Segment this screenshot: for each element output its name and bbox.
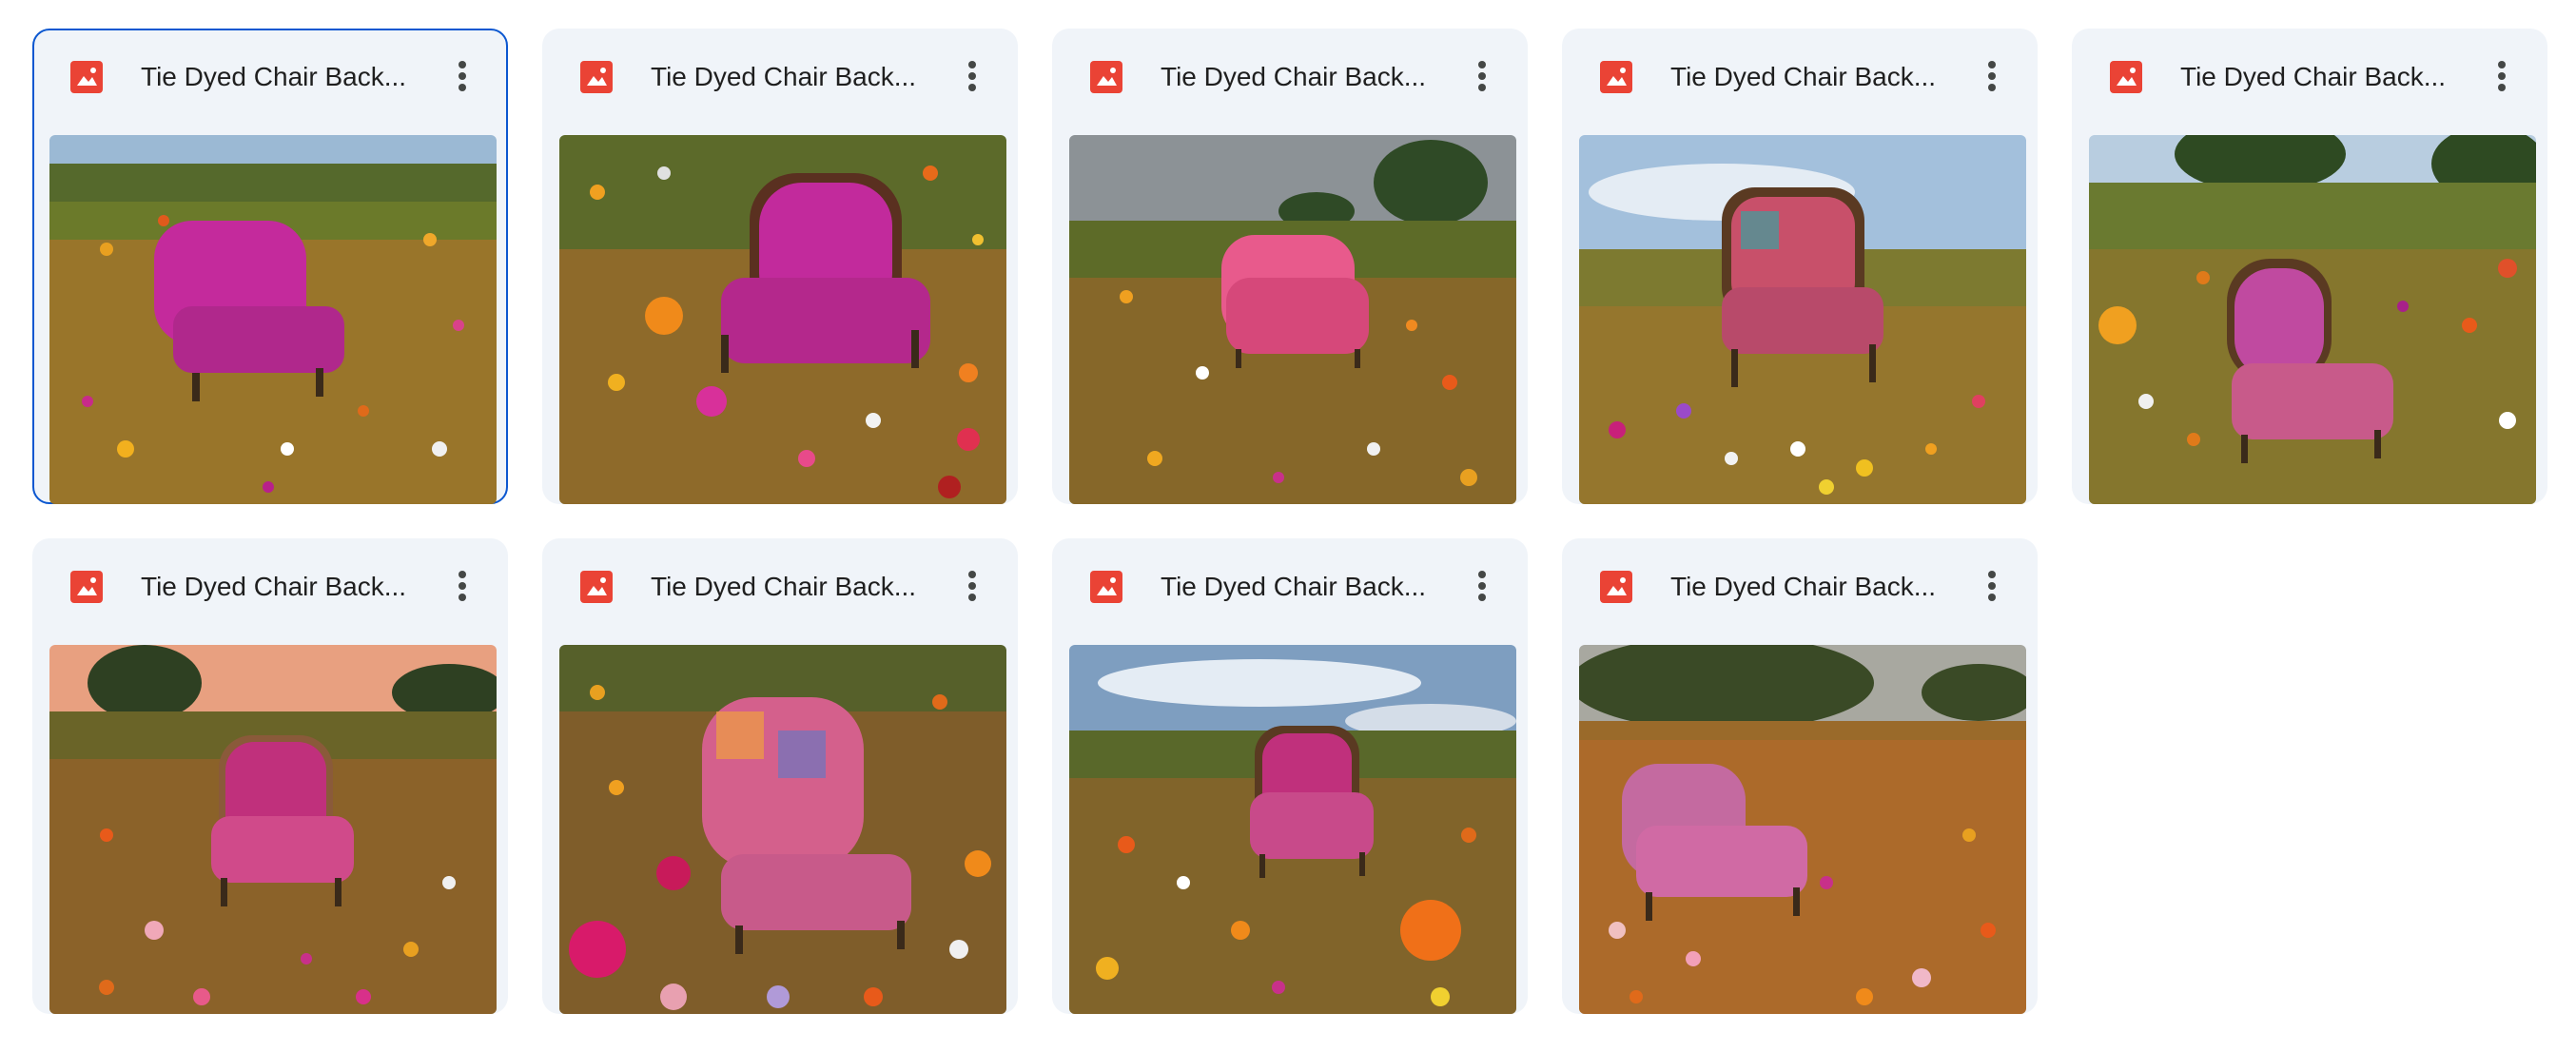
file-card-header: Tie Dyed Chair Back... <box>34 30 506 122</box>
more-vert-icon <box>459 571 466 578</box>
more-vert-icon <box>1478 61 1486 68</box>
file-card-header: Tie Dyed Chair Back... <box>544 30 1016 122</box>
image-file-icon <box>70 61 103 93</box>
image-file-icon <box>1090 61 1122 93</box>
image-thumbnail[interactable] <box>1579 645 2026 1014</box>
image-file-icon <box>1090 571 1122 603</box>
file-name: Tie Dyed Chair Back... <box>1161 62 1427 91</box>
image-thumbnail[interactable] <box>1069 135 1516 504</box>
image-thumbnail[interactable] <box>49 645 497 1014</box>
image-file-icon <box>2110 61 2142 93</box>
file-name: Tie Dyed Chair Back... <box>1670 62 1937 91</box>
more-options-button[interactable] <box>949 563 995 609</box>
file-card-header: Tie Dyed Chair Back... <box>1564 30 2036 122</box>
file-card[interactable]: Tie Dyed Chair Back... <box>32 29 508 504</box>
file-grid: Tie Dyed Chair Back... Tie Dyed Chair Ba… <box>0 0 2576 1052</box>
image-thumbnail[interactable] <box>1069 645 1516 1014</box>
file-card-header: Tie Dyed Chair Back... <box>544 540 1016 632</box>
more-vert-icon <box>968 61 976 68</box>
file-card[interactable]: Tie Dyed Chair Back... <box>542 538 1018 1014</box>
more-options-button[interactable] <box>949 53 995 99</box>
file-card[interactable]: Tie Dyed Chair Back... <box>1052 538 1528 1014</box>
file-name: Tie Dyed Chair Back... <box>1161 572 1427 601</box>
more-vert-icon <box>968 571 976 578</box>
file-card-header: Tie Dyed Chair Back... <box>1054 540 1526 632</box>
file-name: Tie Dyed Chair Back... <box>651 572 917 601</box>
file-card[interactable]: Tie Dyed Chair Back... <box>1052 29 1528 504</box>
more-vert-icon <box>2498 61 2506 68</box>
file-card[interactable]: Tie Dyed Chair Back... <box>542 29 1018 504</box>
image-file-icon <box>70 571 103 603</box>
image-file-icon <box>580 571 613 603</box>
image-file-icon <box>1600 571 1632 603</box>
file-name: Tie Dyed Chair Back... <box>651 62 917 91</box>
more-vert-icon <box>1478 571 1486 578</box>
more-options-button[interactable] <box>1459 53 1505 99</box>
image-thumbnail[interactable] <box>559 135 1006 504</box>
file-name: Tie Dyed Chair Back... <box>141 572 407 601</box>
file-name: Tie Dyed Chair Back... <box>2180 62 2447 91</box>
file-name: Tie Dyed Chair Back... <box>1670 572 1937 601</box>
file-card-header: Tie Dyed Chair Back... <box>1564 540 2036 632</box>
file-card-header: Tie Dyed Chair Back... <box>1054 30 1526 122</box>
more-options-button[interactable] <box>1969 563 2015 609</box>
more-options-button[interactable] <box>439 53 485 99</box>
file-card[interactable]: Tie Dyed Chair Back... <box>32 538 508 1014</box>
more-options-button[interactable] <box>1459 563 1505 609</box>
image-thumbnail[interactable] <box>559 645 1006 1014</box>
more-options-button[interactable] <box>1969 53 2015 99</box>
file-card[interactable]: Tie Dyed Chair Back... <box>2072 29 2547 504</box>
file-card[interactable]: Tie Dyed Chair Back... <box>1562 29 2038 504</box>
file-card-header: Tie Dyed Chair Back... <box>2074 30 2546 122</box>
image-thumbnail[interactable] <box>1579 135 2026 504</box>
more-vert-icon <box>1988 571 1996 578</box>
more-vert-icon <box>1988 61 1996 68</box>
more-options-button[interactable] <box>439 563 485 609</box>
file-card[interactable]: Tie Dyed Chair Back... <box>1562 538 2038 1014</box>
file-name: Tie Dyed Chair Back... <box>141 62 407 91</box>
image-file-icon <box>580 61 613 93</box>
image-thumbnail[interactable] <box>2089 135 2536 504</box>
file-card-header: Tie Dyed Chair Back... <box>34 540 506 632</box>
image-file-icon <box>1600 61 1632 93</box>
image-thumbnail[interactable] <box>49 135 497 504</box>
more-options-button[interactable] <box>2479 53 2525 99</box>
more-vert-icon <box>459 61 466 68</box>
